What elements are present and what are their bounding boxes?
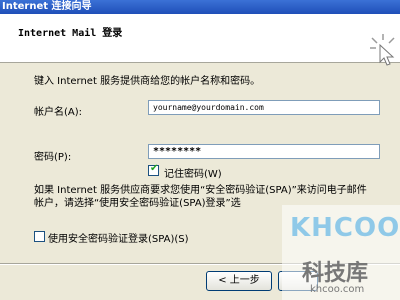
- watermark: KHCOO 科技库 khcoo.com: [282, 205, 400, 300]
- username-field[interactable]: yourname@yourdomain.com: [148, 100, 380, 115]
- intro-text: 键入 Internet 服务提供商给您的帐户名称和密码。: [34, 76, 261, 87]
- password-field[interactable]: ********: [148, 144, 380, 159]
- watermark-logo: KHCOO: [290, 213, 400, 243]
- spa-checkbox[interactable]: [34, 231, 45, 242]
- page-title: Internet Mail 登录: [18, 28, 123, 39]
- watermark-url: khcoo.com: [310, 284, 365, 295]
- remember-password-label[interactable]: 记住密码(W): [164, 165, 222, 180]
- username-label: 帐户名(A):: [34, 107, 83, 118]
- watermark-name: 科技库: [302, 261, 369, 286]
- back-button[interactable]: < 上一步: [206, 271, 272, 291]
- password-label: 密码(P):: [34, 152, 72, 163]
- spa-label[interactable]: 使用安全密码验证登录(SPA)(S): [48, 230, 189, 245]
- wizard-icon: [370, 34, 395, 66]
- window-title-bar: Internet 连接向导: [0, 0, 400, 14]
- remember-password-checkbox[interactable]: ✔: [148, 163, 159, 176]
- wizard-header: Internet Mail 登录: [0, 14, 400, 66]
- window-title: Internet 连接向导: [2, 1, 92, 12]
- check-icon: ✔: [150, 163, 159, 174]
